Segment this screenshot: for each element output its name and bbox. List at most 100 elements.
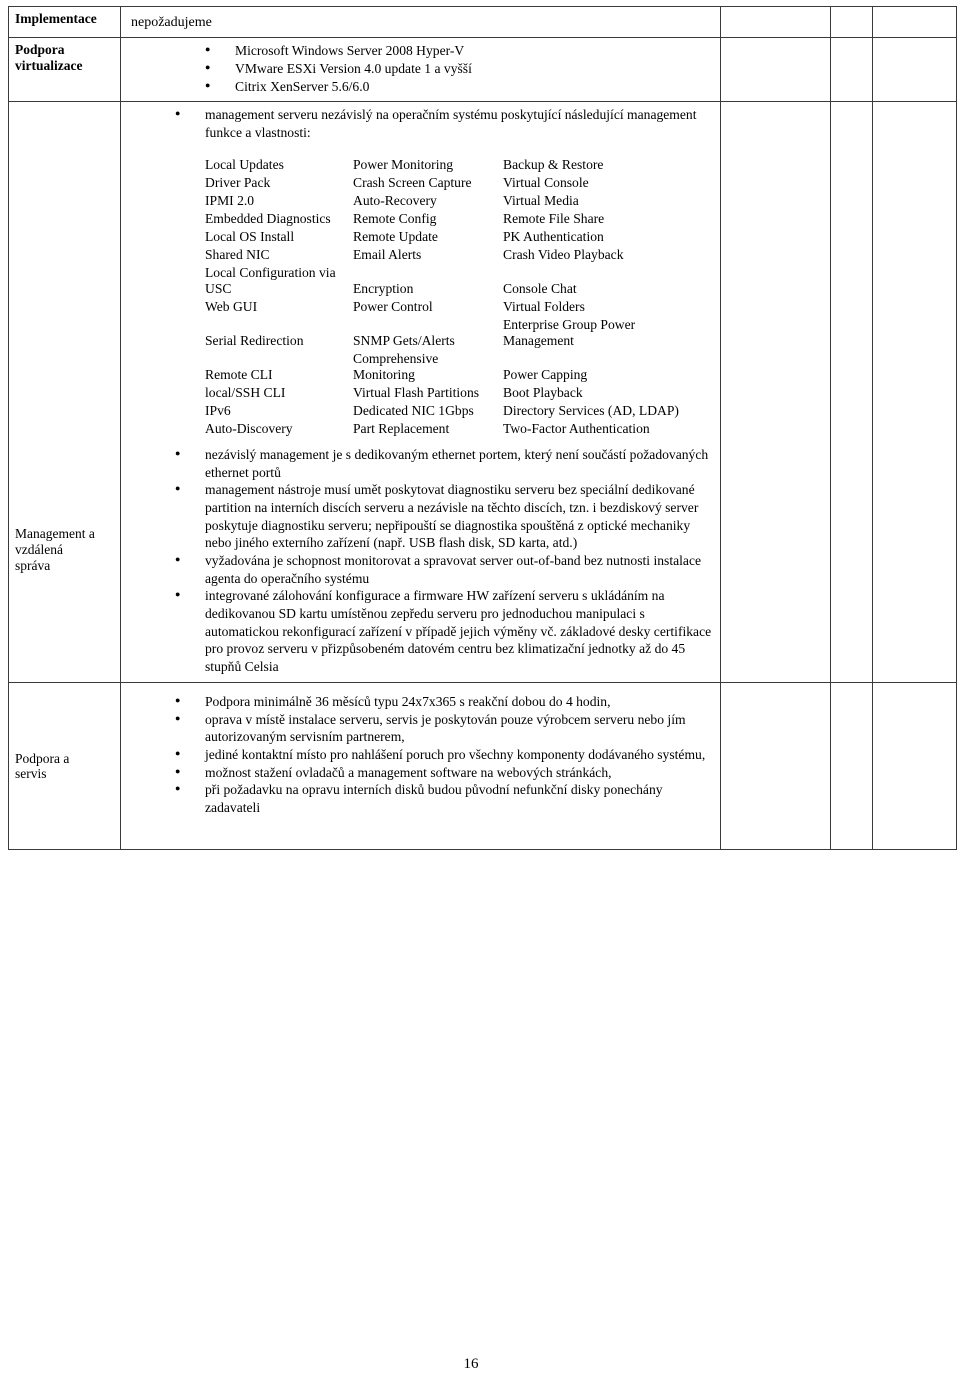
feature-cell: Local OS Install xyxy=(205,228,295,244)
list-item: jediné kontaktní místo pro nahlášení por… xyxy=(127,745,714,764)
feature-cell: IPMI 2.0 xyxy=(205,192,255,208)
feature-cell: Dedicated NIC 1Gbps xyxy=(353,403,474,419)
feature-cell: Directory Services (AD, LDAP) xyxy=(503,403,679,419)
row-label-line-3: správa xyxy=(15,557,51,573)
feature-cell: Local Configuration via USC xyxy=(205,264,336,296)
row-label-line-2: vzdálená xyxy=(15,541,63,557)
feature-cell: Local Updates xyxy=(205,156,284,172)
servis-bullet-list: Podpora minimálně 36 měsíců typu 24x7x36… xyxy=(127,687,714,817)
row-label-podpora-servis: Podpora a servis xyxy=(8,681,121,850)
row-label-line-2: virtualizace xyxy=(15,57,83,73)
feature-cell: Comprehensive Monitoring xyxy=(353,350,439,382)
feature-cell: IPv6 xyxy=(205,403,231,419)
specification-table: Implementace nepožadujeme Podpora virtua… xyxy=(8,5,957,850)
list-item: Citrix XenServer 5.6/6.0 xyxy=(127,77,714,96)
empty-cell-r4c5 xyxy=(872,681,957,850)
empty-cell-r2c4 xyxy=(830,37,873,103)
empty-cell-r3c4 xyxy=(830,101,873,683)
empty-cell-r2c5 xyxy=(872,37,957,103)
management-intro-list: management serveru nezávislý na operační… xyxy=(127,105,714,141)
feature-cell: Boot Playback xyxy=(503,385,583,400)
row-label-line-2: servis xyxy=(15,766,47,782)
feature-cell: PK Authentication xyxy=(503,228,604,244)
feature-cell: Driver Pack xyxy=(205,174,271,190)
empty-cell-r3c3 xyxy=(720,101,831,683)
list-item: management nástroje musí umět poskytovat… xyxy=(127,480,714,552)
row-content-management-vzdalena-sprava: management serveru nezávislý na operační… xyxy=(120,101,721,683)
list-item: nezávislý management je s dedikovaným et… xyxy=(127,445,714,481)
table-row: Auto-Discovery Part Replacement Two-Fact… xyxy=(205,420,705,438)
feature-cell: Crash Screen Capture xyxy=(353,174,472,190)
table-row-podpora-servis: Podpora a servis Podpora minimálně 36 mě… xyxy=(8,681,957,850)
feature-cell: Remote Update xyxy=(353,228,438,244)
page-number-value: 16 xyxy=(463,1356,479,1372)
feature-cell: local/SSH CLI xyxy=(205,385,286,400)
table-row: Embedded Diagnostics Remote Config Remot… xyxy=(205,210,705,228)
empty-cell-r1c3 xyxy=(720,5,831,39)
feature-cell: Two-Factor Authentication xyxy=(503,421,650,437)
table-row-implementace: Implementace nepožadujeme xyxy=(8,5,957,39)
list-item: management serveru nezávislý na operační… xyxy=(127,105,714,141)
empty-cell-r1c5 xyxy=(872,5,957,39)
feature-cell: Enterprise Group Power Management xyxy=(503,316,636,348)
table-row: local/SSH CLI Virtual Flash Partitions B… xyxy=(205,384,705,402)
table-row-podpora-virtualizace: Podpora virtualizace Microsoft Windows S… xyxy=(8,37,957,103)
feature-cell: Power Control xyxy=(353,298,433,314)
table-row: Local OS Install Remote Update PK Authen… xyxy=(205,228,705,246)
list-item: vyžadována je schopnost monitorovat a sp… xyxy=(127,551,714,587)
feature-cell: Auto-Discovery xyxy=(205,421,293,437)
row-label-management-vzdalena-sprava: Management a vzdálená správa xyxy=(8,101,121,683)
row-label-line-1: Podpora xyxy=(15,42,65,58)
feature-cell: Serial Redirection xyxy=(205,332,304,348)
row-label-line-1: Management a xyxy=(15,526,95,542)
table-row: Serial Redirection SNMP Gets/Alerts Ente… xyxy=(205,316,705,350)
implementace-value: nepožadujeme xyxy=(131,15,212,30)
empty-cell-r4c3 xyxy=(720,681,831,850)
feature-cell: Virtual Flash Partitions xyxy=(353,385,480,400)
row-content-podpora-virtualizace: Microsoft Windows Server 2008 Hyper-V VM… xyxy=(120,37,721,103)
feature-cell: SNMP Gets/Alerts xyxy=(353,332,455,348)
feature-cell: Email Alerts xyxy=(353,246,422,262)
feature-cell: Power Monitoring xyxy=(353,156,454,172)
feature-cell: Web GUI xyxy=(205,298,258,314)
management-feature-grid: Local Updates Power Monitoring Backup & … xyxy=(205,156,705,439)
empty-cell-r3c5 xyxy=(872,101,957,683)
row-label-podpora-virtualizace: Podpora virtualizace xyxy=(8,37,121,103)
row-label-implementace: Implementace xyxy=(8,5,121,39)
table-row: Web GUI Power Control Virtual Folders xyxy=(205,298,705,316)
feature-cell: Remote Config xyxy=(353,210,437,226)
feature-cell: Auto-Recovery xyxy=(353,192,437,208)
page-number: 16 xyxy=(0,1356,960,1373)
table-row: Driver Pack Crash Screen Capture Virtual… xyxy=(205,174,705,192)
feature-cell: Embedded Diagnostics xyxy=(205,210,331,226)
table-row: Local Configuration via USC Encryption C… xyxy=(205,264,705,298)
feature-cell: Console Chat xyxy=(503,280,577,296)
list-item: VMware ESXi Version 4.0 update 1 a vyšší xyxy=(127,59,714,78)
feature-cell: Virtual Console xyxy=(503,174,589,190)
table-row: Shared NIC Email Alerts Crash Video Play… xyxy=(205,246,705,264)
table-row: Local Updates Power Monitoring Backup & … xyxy=(205,156,705,174)
feature-cell: Remote CLI xyxy=(205,366,273,382)
row-content-implementace: nepožadujeme xyxy=(120,5,721,39)
empty-cell-r2c3 xyxy=(720,37,831,103)
list-item: možnost stažení ovladačů a management so… xyxy=(127,763,714,782)
empty-cell-r4c4 xyxy=(830,681,873,850)
list-item: při požadavku na opravu interních disků … xyxy=(127,780,714,816)
row-label-line-1: Podpora a xyxy=(15,750,70,766)
row-content-podpora-servis: Podpora minimálně 36 měsíců typu 24x7x36… xyxy=(120,681,721,850)
virtualizace-bullet-list: Microsoft Windows Server 2008 Hyper-V VM… xyxy=(127,41,714,96)
feature-cell: Backup & Restore xyxy=(503,156,604,172)
list-item: Microsoft Windows Server 2008 Hyper-V xyxy=(127,41,714,60)
list-item: integrované zálohování konfigurace a fir… xyxy=(127,586,714,675)
feature-cell: Crash Video Playback xyxy=(503,246,624,262)
table-row-management-vzdalena-sprava: Management a vzdálená správa management … xyxy=(8,101,957,683)
feature-cell: Shared NIC xyxy=(205,246,270,262)
list-item: oprava v místě instalace serveru, servis… xyxy=(127,709,714,746)
document-page: Implementace nepožadujeme Podpora virtua… xyxy=(0,5,960,1389)
management-requirements-list: nezávislý management je s dedikovaným et… xyxy=(127,445,714,676)
feature-cell: Remote File Share xyxy=(503,210,605,226)
feature-cell: Virtual Media xyxy=(503,192,579,208)
feature-cell: Part Replacement xyxy=(353,421,450,437)
feature-cell: Encryption xyxy=(353,280,414,296)
feature-cell: Virtual Folders xyxy=(503,298,585,314)
